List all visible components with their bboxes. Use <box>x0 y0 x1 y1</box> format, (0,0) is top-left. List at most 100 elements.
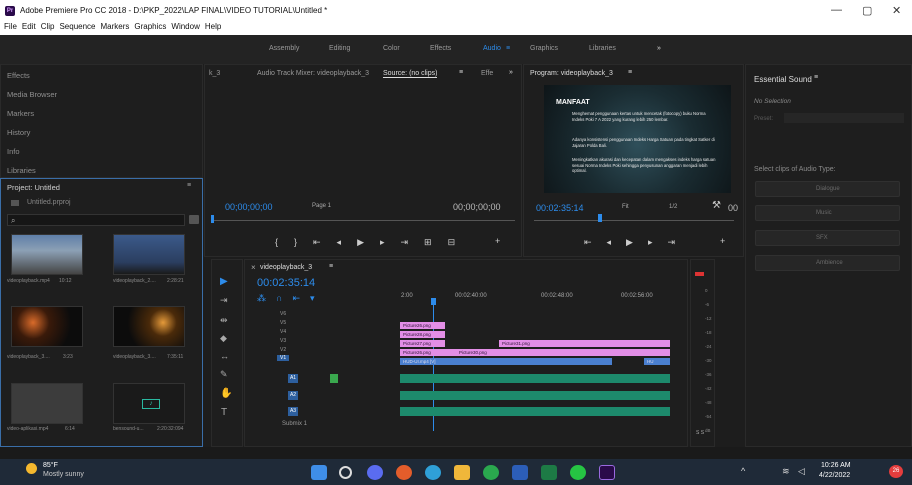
new-bin-icon[interactable] <box>189 215 199 224</box>
source-menu-icon[interactable]: ≡ <box>459 69 463 76</box>
panel-media-browser[interactable]: Media Browser <box>7 90 57 99</box>
menu-window[interactable]: Window <box>171 22 199 31</box>
graphic-clip[interactable]: Picture26.png <box>400 349 456 356</box>
weather-sun-icon[interactable] <box>26 463 37 474</box>
add-button-icon[interactable]: + <box>495 236 500 246</box>
type-tool-icon[interactable]: T <box>221 407 227 418</box>
timeline-sequence-tab[interactable]: videoplayback_3 <box>260 264 312 271</box>
workspace-audio[interactable]: Audio <box>483 45 501 52</box>
source-timecode[interactable]: 00;00;00;00 <box>225 202 273 212</box>
graphic-clip[interactable]: Picture31.png <box>499 340 670 347</box>
menu-file[interactable]: File <box>4 22 17 31</box>
volume-icon[interactable]: ◁ <box>798 466 805 477</box>
track-label[interactable]: V3 <box>280 338 286 344</box>
graphic-clip[interactable]: Picture27.png <box>400 340 445 347</box>
track-label-active[interactable]: A3 <box>288 407 298 416</box>
workspace-graphics[interactable]: Graphics <box>530 45 558 52</box>
program-menu-icon[interactable]: ≡ <box>628 69 632 76</box>
tab-effects[interactable]: Effe <box>481 70 493 77</box>
panel-markers[interactable]: Markers <box>7 109 34 118</box>
pen-tool-icon[interactable]: ✎ <box>220 369 228 380</box>
wifi-icon[interactable]: ≋ <box>782 466 790 477</box>
page-selector[interactable]: Page 1 <box>312 203 331 209</box>
panel-libraries[interactable]: Libraries <box>7 166 36 175</box>
workspace-effects[interactable]: Effects <box>430 45 451 52</box>
essential-sound-menu-icon[interactable]: ≡ <box>814 74 818 81</box>
sfx-button[interactable]: SFX <box>755 230 900 246</box>
audio-clip[interactable] <box>400 374 670 383</box>
panel-history[interactable]: History <box>7 128 30 137</box>
weather-desc[interactable]: Mostly sunny <box>43 471 84 478</box>
notification-badge[interactable]: 26 <box>889 465 903 478</box>
preset-dropdown[interactable] <box>784 113 904 123</box>
clip-thumbnail[interactable] <box>11 383 83 424</box>
edge-icon[interactable] <box>425 465 441 480</box>
show-hidden-icons-icon[interactable]: ^ <box>741 466 745 476</box>
meet-icon[interactable] <box>367 465 383 480</box>
program-video-frame[interactable]: MANFAAT Menghemat penggunaan kertas untu… <box>544 85 731 193</box>
add-button-icon[interactable]: + <box>720 236 725 246</box>
audio-clip[interactable] <box>400 391 670 400</box>
wrench-icon[interactable]: ⚒ <box>712 200 721 211</box>
workspace-menu-icon[interactable]: ≡ <box>506 45 510 52</box>
selection-tool-icon[interactable]: ▶ <box>220 276 228 287</box>
premiere-taskbar-icon[interactable] <box>599 465 615 480</box>
tab-source[interactable]: Source: (no clips) <box>383 70 438 78</box>
excel-icon[interactable] <box>541 465 557 480</box>
program-playhead[interactable] <box>598 214 602 222</box>
project-menu-icon[interactable]: ≡ <box>187 182 191 189</box>
track-label[interactable]: V4 <box>280 329 286 335</box>
track-label-active[interactable]: V1 <box>277 355 290 361</box>
timeline-timecode[interactable]: 00:02:35:14 <box>257 277 315 289</box>
spotify-icon[interactable] <box>483 465 499 480</box>
video-clip[interactable]: HUD-UI.mp4 [V] <box>400 358 612 365</box>
source-scrub-bar[interactable] <box>211 220 515 221</box>
track-label[interactable]: V6 <box>280 311 286 317</box>
audio-clip[interactable] <box>400 407 670 416</box>
whatsapp-icon[interactable] <box>570 465 586 480</box>
menu-graphics[interactable]: Graphics <box>134 22 166 31</box>
menu-markers[interactable]: Markers <box>101 22 130 31</box>
clip-thumbnail[interactable] <box>11 234 83 275</box>
track-label-active[interactable]: A1 <box>288 374 298 383</box>
dialogue-button[interactable]: Dialogue <box>755 181 900 197</box>
windows-start-icon[interactable] <box>311 465 327 480</box>
chrome-icon[interactable] <box>396 465 412 480</box>
mute-toggle-active[interactable] <box>330 374 338 383</box>
slip-tool-icon[interactable]: ↔ <box>220 351 229 361</box>
program-timecode[interactable]: 00:02:35:14 <box>536 203 584 213</box>
track-label[interactable]: V5 <box>280 320 286 326</box>
meter-solo-buttons[interactable]: S S <box>696 430 704 436</box>
graphic-clip[interactable]: Picture26.png <box>400 322 445 329</box>
graphic-clip[interactable]: Picture28.png <box>400 331 445 338</box>
project-search-input[interactable]: ⌕ <box>7 214 185 226</box>
fit-dropdown[interactable]: Fit <box>622 204 629 210</box>
workspace-color[interactable]: Color <box>383 45 400 52</box>
workspace-libraries[interactable]: Libraries <box>589 45 616 52</box>
tab-partial[interactable]: k_3 <box>209 70 220 77</box>
tab-audio-track-mixer[interactable]: Audio Track Mixer: videoplayback_3 <box>257 70 369 77</box>
timeline-menu-icon[interactable]: ≡ <box>329 263 333 270</box>
source-more-icon[interactable]: » <box>509 69 513 76</box>
track-select-tool-icon[interactable]: ⇥ <box>220 295 228 306</box>
timeline-close-icon[interactable]: × <box>251 263 256 272</box>
clip-thumbnail[interactable] <box>11 306 83 347</box>
program-transport-controls[interactable]: ⇤◂▶▸⇥ <box>584 237 690 248</box>
source-playhead[interactable] <box>211 215 214 223</box>
clip-thumbnail[interactable] <box>113 306 185 347</box>
clock-time[interactable]: 10:26 AM <box>821 462 851 469</box>
minimize-button[interactable]: — <box>831 4 842 16</box>
source-transport-controls[interactable]: {}⇤◂▶▸⇥⊞⊟ <box>275 237 471 248</box>
file-explorer-icon[interactable] <box>454 465 470 480</box>
track-label[interactable]: V2 <box>280 347 286 353</box>
graphic-clip[interactable]: Picture30.png <box>456 349 670 356</box>
video-clip[interactable]: HU <box>644 358 670 365</box>
program-scrub-bar[interactable] <box>534 220 734 221</box>
audio-clip-thumbnail[interactable]: ♪ <box>113 383 185 424</box>
panel-effects[interactable]: Effects <box>7 71 30 80</box>
search-icon[interactable] <box>339 466 352 479</box>
close-button[interactable]: ✕ <box>892 4 901 17</box>
weather-temp[interactable]: 85°F <box>43 462 58 469</box>
menu-sequence[interactable]: Sequence <box>59 22 95 31</box>
submix-track-label[interactable]: Submix 1 <box>282 421 307 427</box>
